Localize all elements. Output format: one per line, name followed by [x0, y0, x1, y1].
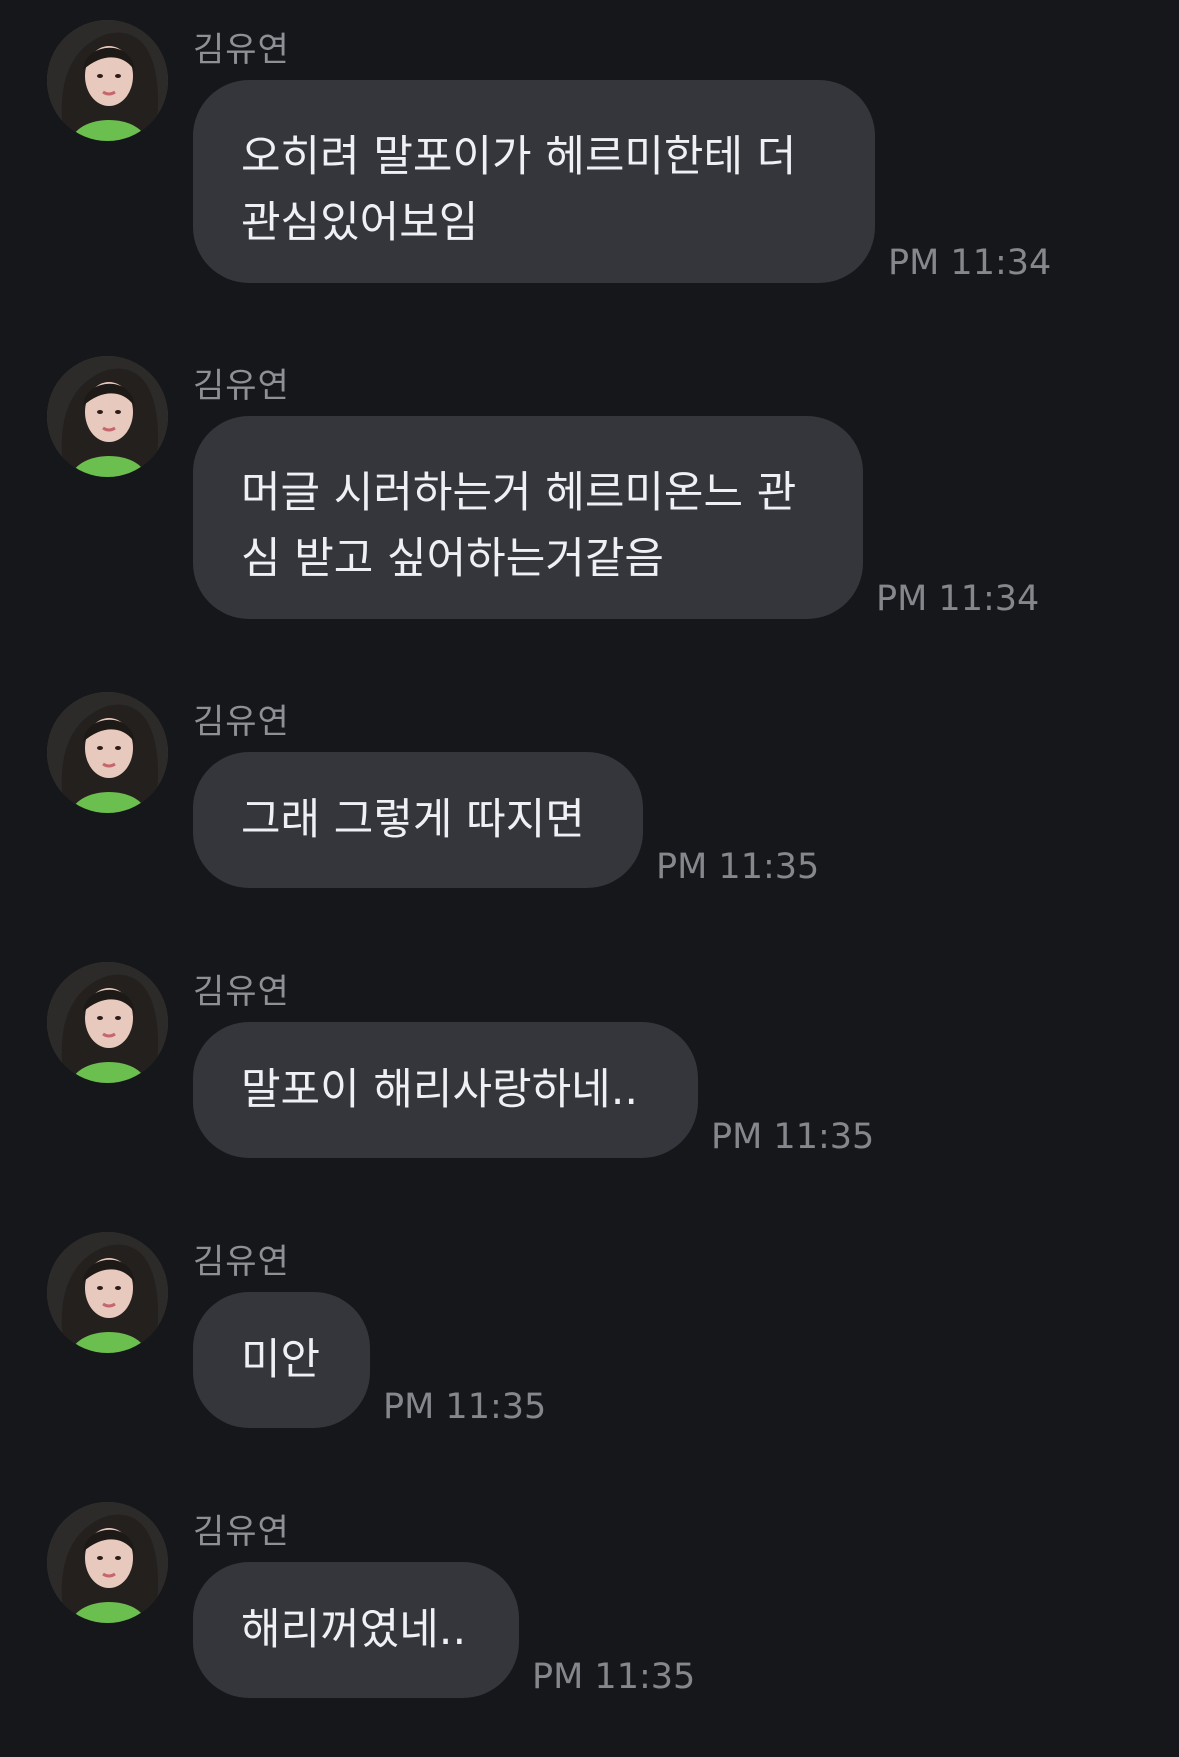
avatar[interactable]: [47, 1232, 168, 1353]
message-bubble[interactable]: 머글 시러하는거 헤르미온느 관 심 받고 싶어하는거같음: [193, 416, 863, 619]
avatar[interactable]: [47, 692, 168, 813]
sender-name: 김유연: [193, 30, 290, 70]
message-bubble[interactable]: 그래 그렇게 따지면: [193, 752, 643, 888]
message-timestamp: PM 11:35: [711, 1117, 875, 1157]
profile-photo-icon: [47, 1232, 168, 1353]
profile-photo-icon: [47, 356, 168, 477]
profile-photo-icon: [47, 692, 168, 813]
sender-name: 김유연: [193, 366, 290, 406]
message-timestamp: PM 11:35: [383, 1387, 547, 1427]
message-timestamp: PM 11:35: [656, 847, 820, 887]
avatar[interactable]: [47, 962, 168, 1083]
profile-photo-icon: [47, 20, 168, 141]
sender-name: 김유연: [193, 702, 290, 742]
message-timestamp: PM 11:34: [876, 579, 1040, 619]
message-timestamp: PM 11:35: [532, 1657, 696, 1697]
message-bubble[interactable]: 미안: [193, 1292, 370, 1428]
message-bubble[interactable]: 오히려 말포이가 헤르미한테 더 관심있어보임: [193, 80, 875, 283]
sender-name: 김유연: [193, 1242, 290, 1282]
sender-name: 김유연: [193, 1512, 290, 1552]
avatar[interactable]: [47, 1502, 168, 1623]
message-timestamp: PM 11:34: [888, 243, 1052, 283]
message-bubble[interactable]: 말포이 해리사랑하네..: [193, 1022, 698, 1158]
profile-photo-icon: [47, 962, 168, 1083]
profile-photo-icon: [47, 1502, 168, 1623]
sender-name: 김유연: [193, 972, 290, 1012]
avatar[interactable]: [47, 20, 168, 141]
message-bubble[interactable]: 해리꺼였네..: [193, 1562, 519, 1698]
avatar[interactable]: [47, 356, 168, 477]
